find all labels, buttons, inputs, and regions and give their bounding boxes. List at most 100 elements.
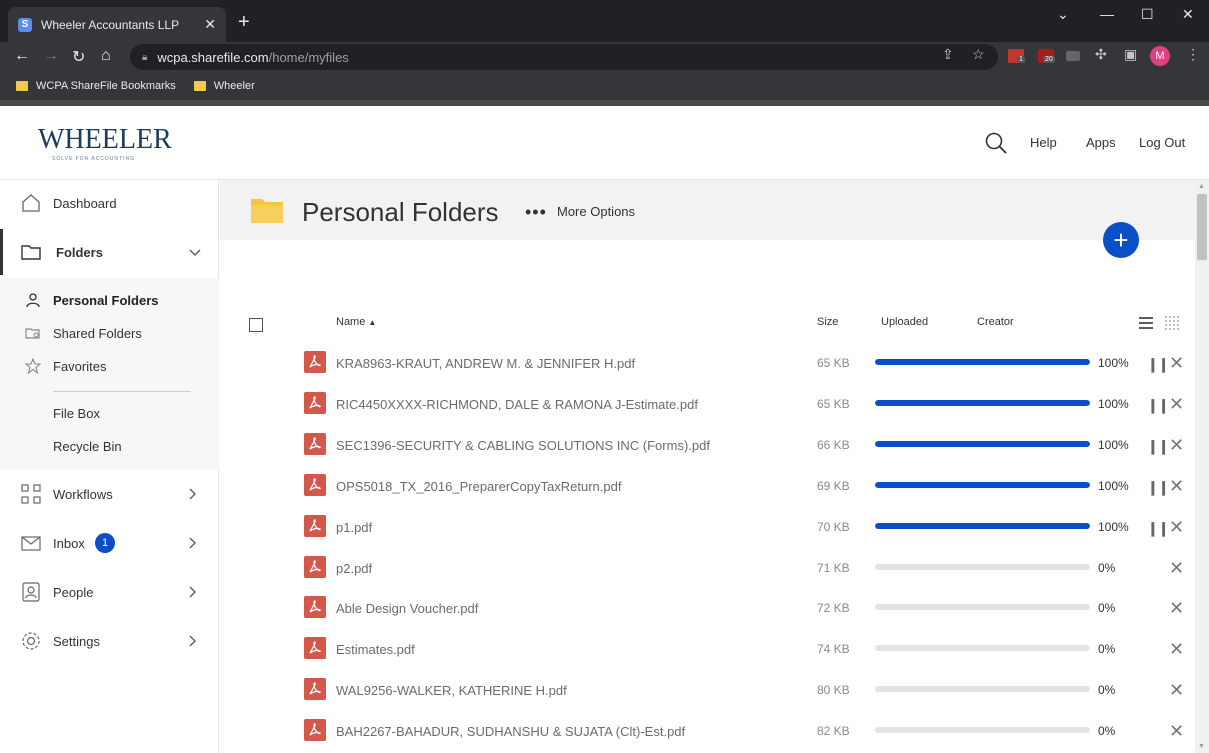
gear-icon [22,632,40,650]
star-icon [25,358,41,374]
pdf-file-icon [304,391,326,414]
subnav-personal-folders[interactable]: Personal Folders [25,290,158,310]
profile-avatar[interactable]: M [1150,46,1170,66]
cancel-upload-icon[interactable]: ✕ [1169,517,1184,538]
column-name[interactable]: Name ▲ [336,316,376,328]
bookmark-star-icon[interactable]: ☆ [972,46,985,63]
file-name[interactable]: Estimates.pdf [336,642,415,657]
window-close-icon[interactable]: ✕ [1182,6,1194,23]
select-all-checkbox[interactable] [249,318,263,332]
file-name[interactable]: BAH2267-BAHADUR, SUDHANSHU & SUJATA (Clt… [336,724,685,739]
cancel-upload-icon[interactable]: ✕ [1169,721,1184,742]
file-name[interactable]: RIC4450XXXX-RICHMOND, DALE & RAMONA J-Es… [336,397,698,412]
ext-grey-icon[interactable] [1066,51,1080,61]
sidebar-item-label: People [53,584,94,600]
scroll-up-icon[interactable]: ▲ [1198,183,1205,190]
column-size[interactable]: Size [817,316,838,328]
pause-icon[interactable]: ❙❙ [1147,397,1169,414]
back-icon[interactable]: ← [14,47,30,65]
cancel-upload-icon[interactable]: ✕ [1169,558,1184,579]
sidebar-item-people[interactable]: People [0,569,219,615]
pause-icon[interactable]: ❙❙ [1147,356,1169,373]
browser-menu-icon[interactable]: ⋮ [1186,46,1200,63]
cancel-upload-icon[interactable]: ✕ [1169,598,1184,619]
column-creator[interactable]: Creator [977,316,1014,328]
cancel-upload-icon[interactable]: ✕ [1169,680,1184,701]
url-field[interactable]: 🔒︎ wcpa.sharefile.com/home/myfiles [130,44,998,70]
subnav-favorites[interactable]: Favorites [25,356,106,376]
table-row[interactable]: SEC1396-SECURITY & CABLING SOLUTIONS INC… [220,426,1195,467]
bookmark-wheeler[interactable]: Wheeler [193,80,255,92]
table-row[interactable]: Able Design Voucher.pdf 72 KB 0% ✕ [220,589,1195,630]
sidebar-item-folders[interactable]: Folders [0,229,219,275]
sidebar-item-dashboard[interactable]: Dashboard [0,180,219,226]
chevron-right-icon [189,537,196,549]
folders-subnav: Personal Folders Shared Folders Favorite… [0,278,219,470]
extensions-puzzle-icon[interactable]: ✣ [1095,46,1107,63]
scrollbar-thumb[interactable] [1197,194,1207,260]
table-row[interactable]: OPS5018_TX_2016_PreparerCopyTaxReturn.pd… [220,467,1195,508]
browser-tab[interactable]: S Wheeler Accountants LLP ✕ [8,7,226,42]
list-view-icon[interactable] [1138,315,1154,331]
sidebar-item-workflows[interactable]: Workflows [0,471,219,517]
cancel-upload-icon[interactable]: ✕ [1169,353,1184,374]
pause-icon[interactable]: ❙❙ [1147,438,1169,455]
cancel-upload-icon[interactable]: ✕ [1169,476,1184,497]
subnav-divider [53,391,191,392]
search-icon[interactable] [985,132,1007,154]
scrollbar[interactable]: ▲ ▼ [1195,180,1209,753]
maximize-icon[interactable]: ☐ [1141,6,1154,23]
forward-icon[interactable]: → [43,47,59,65]
table-row[interactable]: WAL9256-WALKER, KATHERINE H.pdf 80 KB 0% ✕ [220,671,1195,712]
more-options-icon[interactable]: ••• [525,202,547,223]
logout-link[interactable]: Log Out [1139,135,1185,150]
file-name[interactable]: OPS5018_TX_2016_PreparerCopyTaxReturn.pd… [336,479,621,494]
ext-ub-icon[interactable]: 20 [1038,49,1055,63]
pdf-file-icon [304,637,326,660]
subnav-recycle-bin[interactable]: Recycle Bin [53,436,122,456]
lock-icon[interactable]: 🔒︎ [142,52,147,63]
table-row[interactable]: BAH2267-BAHADUR, SUDHANSHU & SUJATA (Clt… [220,712,1195,753]
tab-search-icon[interactable]: ⌄ [1057,6,1069,23]
share-icon[interactable]: ⇪ [942,46,954,63]
table-row[interactable]: KRA8963-KRAUT, ANDREW M. & JENNIFER H.pd… [220,344,1195,385]
new-tab-icon[interactable]: + [238,12,250,32]
table-row[interactable]: RIC4450XXXX-RICHMOND, DALE & RAMONA J-Es… [220,385,1195,426]
wheeler-logo[interactable]: WHEELER SOLVE FOR ACCOUNTING [38,124,172,162]
file-name[interactable]: Able Design Voucher.pdf [336,601,478,616]
table-row[interactable]: Estimates.pdf 74 KB 0% ✕ [220,630,1195,671]
file-name[interactable]: SEC1396-SECURITY & CABLING SOLUTIONS INC… [336,438,710,453]
workflow-icon [21,484,41,504]
cancel-upload-icon[interactable]: ✕ [1169,639,1184,660]
table-row[interactable]: p2.pdf 71 KB 0% ✕ [220,549,1195,590]
table-row[interactable]: p1.pdf 70 KB 100% ❙❙ ✕ [220,508,1195,549]
grid-view-icon[interactable] [1164,315,1180,331]
mail-icon [21,536,41,551]
cancel-upload-icon[interactable]: ✕ [1169,394,1184,415]
help-link[interactable]: Help [1030,135,1057,150]
pause-icon[interactable]: ❙❙ [1147,479,1169,496]
subnav-file-box[interactable]: File Box [53,403,100,423]
add-button[interactable]: + [1103,222,1139,258]
file-name[interactable]: p1.pdf [336,520,372,535]
apps-link[interactable]: Apps [1086,135,1116,150]
sidebar-item-inbox[interactable]: Inbox 1 [0,520,219,566]
file-name[interactable]: WAL9256-WALKER, KATHERINE H.pdf [336,683,567,698]
file-name[interactable]: p2.pdf [336,561,372,576]
ext-red-icon[interactable]: 1 [1008,49,1025,63]
side-panel-icon[interactable]: ▣ [1124,46,1137,63]
sidebar-item-label: Settings [53,633,100,649]
file-name[interactable]: KRA8963-KRAUT, ANDREW M. & JENNIFER H.pd… [336,356,635,371]
column-uploaded[interactable]: Uploaded [881,316,928,328]
scroll-down-icon[interactable]: ▼ [1198,743,1205,750]
more-options-button[interactable]: More Options [557,204,635,219]
home-icon[interactable]: ⌂ [101,47,111,65]
subnav-shared-folders[interactable]: Shared Folders [25,323,142,343]
cancel-upload-icon[interactable]: ✕ [1169,435,1184,456]
sidebar-item-settings[interactable]: Settings [0,618,219,664]
tab-close-icon[interactable]: ✕ [204,16,216,33]
pause-icon[interactable]: ❙❙ [1147,520,1169,537]
bookmark-wcpa[interactable]: WCPA ShareFile Bookmarks [16,80,176,92]
minimize-icon[interactable]: — [1100,6,1114,22]
reload-icon[interactable]: ↻ [72,47,85,67]
